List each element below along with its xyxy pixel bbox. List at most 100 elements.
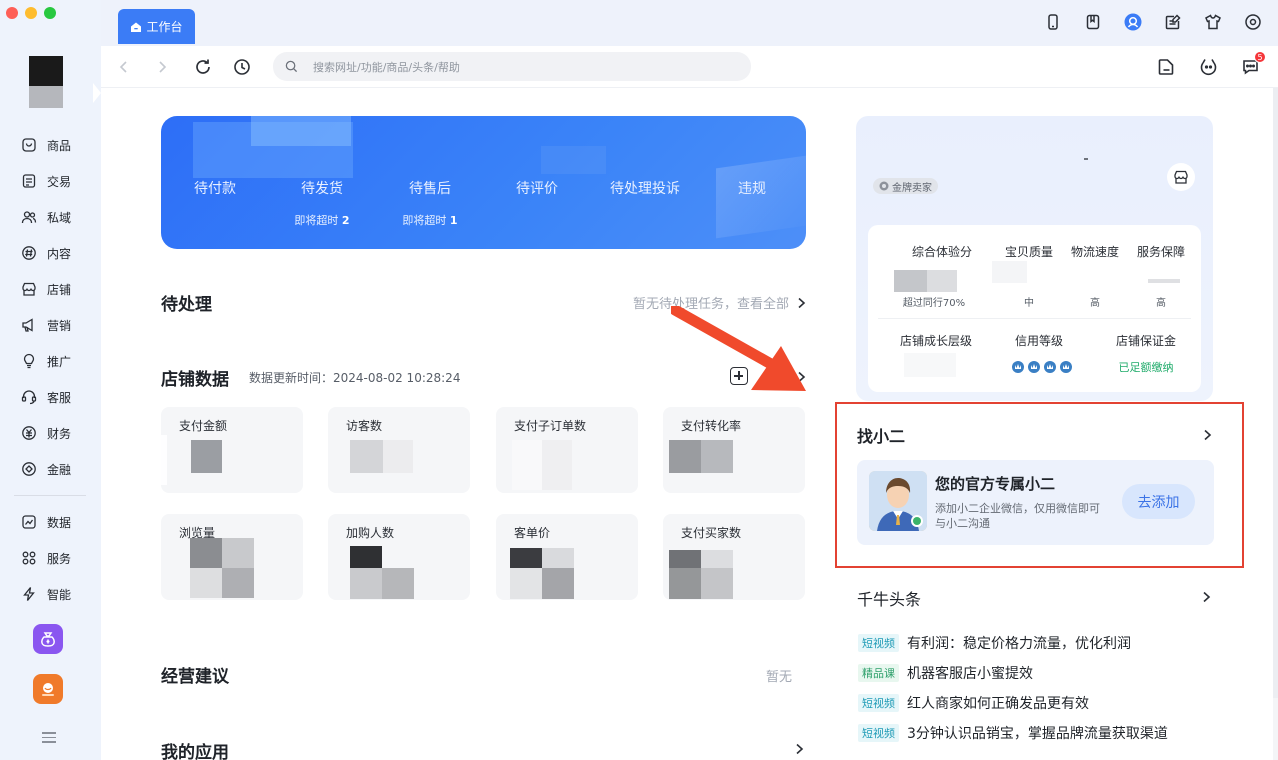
metric-label: 支付子订单数 bbox=[514, 419, 587, 433]
edit-note-icon[interactable] bbox=[1164, 13, 1182, 31]
shop-entry-button[interactable] bbox=[1167, 163, 1195, 191]
settings-icon[interactable] bbox=[1244, 13, 1262, 31]
sidebar-divider bbox=[14, 495, 86, 496]
customer-service-icon bbox=[21, 390, 37, 405]
metric-card-pay-amount[interactable]: 支付金额 bbox=[157, 407, 303, 493]
metric-label: 支付买家数 bbox=[681, 526, 742, 540]
sidebar-item-product[interactable]: 商品 bbox=[0, 127, 101, 163]
order-status-banner: 待付款 待发货 即将超时 2 待售后 即将超时 1 待评价 待处理投诉 违规 bbox=[161, 116, 806, 249]
assistant-icon[interactable] bbox=[1124, 13, 1142, 31]
metric-card-page-views[interactable]: 浏览量 bbox=[161, 514, 303, 600]
sidebar-item-service[interactable]: 服务 bbox=[0, 540, 101, 576]
address-bar: 搜索网址/功能/商品/头条/帮助 5 bbox=[101, 46, 1278, 88]
sidebar-item-label: 金融 bbox=[47, 462, 72, 477]
avatar[interactable] bbox=[29, 56, 63, 108]
metric-label: 服务保障 bbox=[1136, 245, 1185, 259]
order-status-complaints[interactable]: 待处理投诉 bbox=[595, 178, 695, 198]
home-icon bbox=[131, 22, 142, 32]
chevron-right-icon[interactable] bbox=[1202, 591, 1211, 603]
headline-item[interactable]: 短视频 3分钟认识品销宝，掌握品牌流量获取渠道 bbox=[858, 723, 1168, 743]
sidebar-item-smart[interactable]: 智能 bbox=[0, 576, 101, 612]
metric-card-add-to-cart[interactable]: 加购人数 bbox=[328, 514, 470, 600]
scrollbar-thumb[interactable] bbox=[1273, 88, 1278, 698]
chevron-right-icon[interactable] bbox=[795, 743, 804, 755]
metric-card-sub-orders[interactable]: 支付子订单数 bbox=[496, 407, 638, 493]
main-scrollbar[interactable] bbox=[1273, 88, 1278, 760]
sidebar: 商品 交易 私域 内容 店铺 营销 推广 客服 财务 金融 数据 服务 智能 bbox=[0, 0, 101, 760]
order-status-pending-review[interactable]: 待评价 bbox=[487, 178, 587, 198]
xiaoer-avatar-illustration bbox=[869, 471, 927, 531]
sidebar-item-finance[interactable]: 财务 bbox=[0, 415, 101, 451]
metric-card-conversion-rate[interactable]: 支付转化率 bbox=[663, 407, 805, 493]
headline-tag: 精品课 bbox=[858, 664, 899, 682]
pending-shipment-timeout[interactable]: 即将超时 2 bbox=[272, 212, 372, 228]
blurred-value bbox=[350, 546, 382, 568]
metric-card-visitors[interactable]: 访客数 bbox=[328, 407, 470, 493]
add-xiaoer-button[interactable]: 去添加 bbox=[1122, 484, 1195, 519]
sidebar-item-store[interactable]: 店铺 bbox=[0, 271, 101, 307]
headline-item[interactable]: 短视频 红人商家如何正确发品更有效 bbox=[858, 693, 1089, 713]
metric-card-avg-order-value[interactable]: 客单价 bbox=[496, 514, 638, 600]
title-bar-tools bbox=[1044, 13, 1262, 31]
money-bag-app-icon[interactable] bbox=[33, 624, 63, 654]
metric-card-buyers[interactable]: 支付买家数 bbox=[663, 514, 805, 600]
blurred-value bbox=[383, 440, 413, 473]
sidebar-item-customer-service[interactable]: 客服 bbox=[0, 379, 101, 415]
service-icon bbox=[22, 551, 36, 565]
sidebar-item-marketing[interactable]: 营销 bbox=[0, 307, 101, 343]
order-status-after-sale[interactable]: 待售后 bbox=[380, 178, 480, 198]
headline-item[interactable]: 短视频 有利润：稳定价格力流量，优化利润 bbox=[858, 633, 1131, 653]
sidebar-item-banking[interactable]: 金融 bbox=[0, 451, 101, 487]
crown-icon bbox=[1060, 361, 1072, 373]
minimize-window-button[interactable] bbox=[25, 7, 37, 19]
sidebar-item-trade[interactable]: 交易 bbox=[0, 163, 101, 199]
maximize-window-button[interactable] bbox=[44, 7, 56, 19]
metric-label: 加购人数 bbox=[346, 526, 395, 540]
crown-icon bbox=[1012, 361, 1024, 373]
blurred-value bbox=[512, 440, 542, 490]
refresh-icon[interactable] bbox=[194, 58, 212, 76]
metric-label: 信用等级 bbox=[1014, 334, 1063, 348]
product-quality-value: 中 bbox=[1024, 298, 1034, 309]
notebook-icon[interactable] bbox=[1084, 13, 1102, 31]
blurred-value bbox=[190, 538, 222, 568]
sidebar-item-promotion[interactable]: 推广 bbox=[0, 343, 101, 379]
sidebar-item-content[interactable]: 内容 bbox=[0, 235, 101, 271]
banner-blur-pattern bbox=[541, 146, 606, 174]
after-sale-timeout[interactable]: 即将超时 1 bbox=[380, 212, 480, 228]
tab-workbench[interactable]: 工作台 bbox=[118, 9, 195, 44]
blurred-value bbox=[350, 440, 383, 473]
find-xiaoer-title: 找小二 bbox=[857, 427, 906, 446]
sidebar-item-label: 推广 bbox=[47, 354, 72, 369]
menu-icon[interactable] bbox=[42, 732, 56, 746]
order-status-violations[interactable]: 违规 bbox=[702, 178, 802, 198]
robot-icon[interactable] bbox=[1199, 57, 1218, 76]
phone-icon[interactable] bbox=[1044, 13, 1062, 31]
product-icon bbox=[22, 138, 36, 152]
trade-icon bbox=[22, 174, 36, 188]
sidebar-item-label: 财务 bbox=[47, 426, 72, 441]
sidebar-item-private-domain[interactable]: 私域 bbox=[0, 199, 101, 235]
chevron-right-icon[interactable] bbox=[1203, 429, 1212, 441]
sidebar-item-label: 内容 bbox=[47, 246, 72, 261]
shirt-icon[interactable] bbox=[1204, 13, 1222, 31]
learning-app-icon[interactable] bbox=[33, 674, 63, 704]
blurred-value bbox=[669, 440, 701, 473]
sidebar-collapse-handle[interactable] bbox=[93, 83, 101, 103]
banner-blur-pattern bbox=[251, 116, 351, 146]
sidebar-item-data[interactable]: 数据 bbox=[0, 504, 101, 540]
experience-score-value: 超过同行70% bbox=[902, 298, 966, 309]
order-status-pending-shipment[interactable]: 待发货 bbox=[272, 178, 372, 198]
order-status-pending-payment[interactable]: 待付款 bbox=[165, 178, 265, 198]
history-icon[interactable] bbox=[233, 58, 251, 76]
file-icon[interactable] bbox=[1157, 57, 1176, 76]
close-window-button[interactable] bbox=[6, 7, 18, 19]
blurred-value bbox=[669, 550, 701, 568]
headline-item[interactable]: 精品课 机器客服店小蜜提效 bbox=[858, 663, 1033, 683]
forward-icon[interactable] bbox=[153, 58, 171, 76]
medal-icon bbox=[879, 181, 889, 191]
search-input[interactable]: 搜索网址/功能/商品/头条/帮助 bbox=[273, 52, 751, 81]
messages-button[interactable]: 5 bbox=[1241, 51, 1266, 76]
blurred-value bbox=[542, 568, 574, 599]
back-icon[interactable] bbox=[115, 58, 133, 76]
